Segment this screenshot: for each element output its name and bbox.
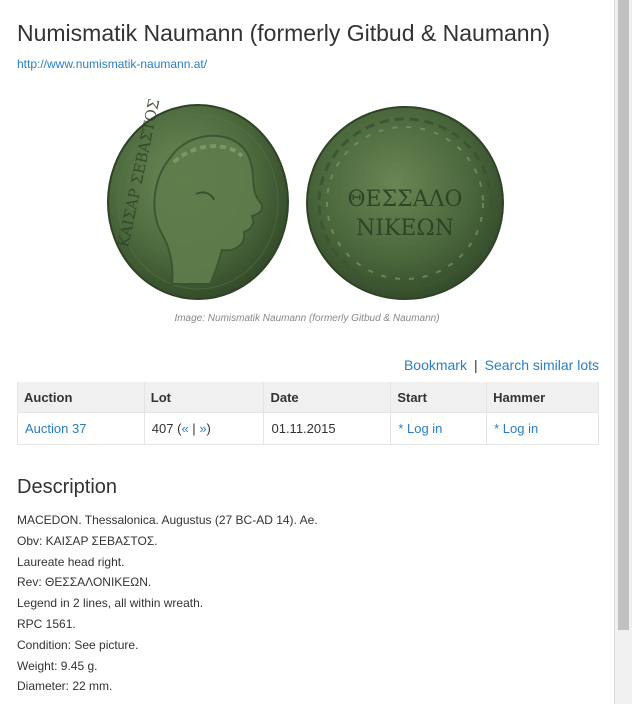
search-similar-link[interactable]: Search similar lots bbox=[485, 357, 599, 373]
bookmark-link[interactable]: Bookmark bbox=[404, 357, 467, 373]
header-start: Start bbox=[390, 382, 488, 413]
header-date: Date bbox=[263, 382, 392, 413]
page-title: Numismatik Naumann (formerly Gitbud & Na… bbox=[17, 20, 551, 46]
cell-hammer: * Log in bbox=[486, 412, 599, 445]
reverse-legend-line2: ΝΙΚΕΩΝ bbox=[356, 216, 454, 241]
lot-number: 407 bbox=[151, 421, 174, 436]
image-caption: Image: Numismatik Naumann (formerly Gitb… bbox=[174, 313, 440, 324]
table-header-row: Auction Lot Date Start Hammer bbox=[17, 382, 599, 413]
description-line: Weight: 9.45 g. bbox=[17, 658, 98, 673]
auction-link[interactable]: Auction 37 bbox=[25, 421, 86, 436]
lot-nav-separator: | bbox=[192, 421, 196, 436]
page: Numismatik Naumann (formerly Gitbud & Na… bbox=[0, 0, 614, 704]
lot-table: Auction Lot Date Start Hammer Auction 37… bbox=[17, 382, 599, 445]
lot-actions: Bookmark | Search similar lots bbox=[404, 357, 599, 373]
cell-start: * Log in bbox=[390, 412, 488, 445]
description-line: Condition: See picture. bbox=[17, 637, 139, 652]
cell-lot: 407 (« | ») bbox=[143, 412, 265, 445]
cell-auction: Auction 37 bbox=[17, 412, 145, 445]
lot-nav-close: ) bbox=[206, 421, 211, 436]
website-link[interactable]: http://www.numismatik-naumann.at/ bbox=[17, 57, 207, 71]
scrollbar-thumb[interactable] bbox=[618, 0, 629, 630]
description-heading: Description bbox=[17, 476, 118, 498]
description-line: Legend in 2 lines, all within wreath. bbox=[17, 596, 204, 611]
cell-date: 01.11.2015 bbox=[263, 412, 392, 445]
description-line: Laureate head right. bbox=[17, 554, 125, 569]
header-hammer: Hammer bbox=[486, 382, 599, 413]
description-line: RPC 1561. bbox=[17, 616, 76, 631]
description-line: MACEDON. Thessalonica. Augustus (27 BC-A… bbox=[17, 513, 318, 527]
coin-image[interactable]: ΚΑΙΣΑΡ ΣΕΒΑΣΤΟΣ ΘΕΣΣΑΛΟ ΝΙΚΕΩΝ bbox=[100, 97, 520, 306]
start-login-link[interactable]: * Log in bbox=[398, 421, 442, 436]
hammer-login-link[interactable]: * Log in bbox=[494, 421, 538, 436]
reverse-legend-line1: ΘΕΣΣΑΛΟ bbox=[347, 187, 462, 212]
actions-separator: | bbox=[473, 357, 478, 373]
header-auction: Auction bbox=[17, 382, 145, 413]
previous-lot-link[interactable]: « bbox=[181, 421, 188, 436]
description-text: MACEDON. Thessalonica. Augustus (27 BC-A… bbox=[17, 510, 318, 697]
table-row: Auction 37 407 (« | ») 01.11.2015 * Log … bbox=[17, 412, 599, 445]
description-line: Diameter: 22 mm. bbox=[17, 679, 113, 694]
coin-obverse: ΚΑΙΣΑΡ ΣΕΒΑΣΤΟΣ bbox=[107, 97, 289, 300]
next-lot-link[interactable]: » bbox=[199, 421, 206, 436]
header-lot: Lot bbox=[143, 382, 265, 413]
description-line: Rev: ΘΕΣΣΑΛΟΝΙΚΕΩΝ. bbox=[17, 575, 152, 590]
description-line: Obv: ΚΑΙΣΑΡ ΣΕΒΑΣΤΟΣ. bbox=[17, 533, 158, 548]
coin-reverse: ΘΕΣΣΑΛΟ ΝΙΚΕΩΝ bbox=[306, 106, 504, 300]
vertical-scrollbar[interactable] bbox=[614, 0, 632, 704]
